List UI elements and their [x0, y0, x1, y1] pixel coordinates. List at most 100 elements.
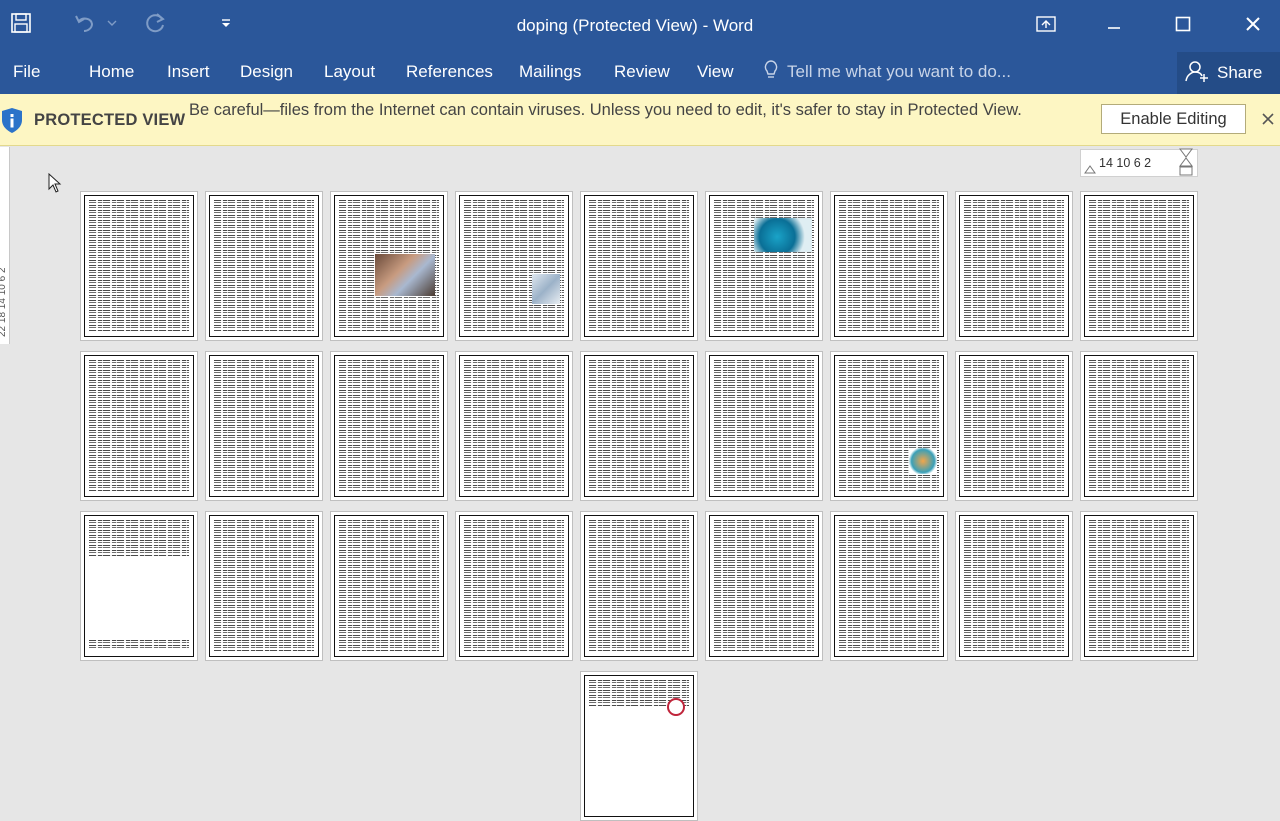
page-border: [959, 355, 1069, 497]
window-title: doping (Protected View) - Word: [516, 16, 754, 35]
tell-me-box[interactable]: Tell me what you want to do...: [763, 59, 1011, 84]
page-thumbnail[interactable]: [830, 191, 948, 341]
page-thumbnail[interactable]: [455, 191, 573, 341]
page-text-lines: [964, 360, 1064, 492]
page-border: [709, 195, 819, 337]
page-border: [209, 355, 319, 497]
page-border: [209, 195, 319, 337]
page-thumbnail[interactable]: [705, 511, 823, 661]
page-text-lines: [214, 520, 314, 652]
tab-design[interactable]: Design: [240, 60, 293, 84]
tab-home[interactable]: Home: [89, 60, 134, 84]
page-thumbnail[interactable]: [330, 191, 448, 341]
page-thumbnail[interactable]: [80, 351, 198, 501]
page-border: [459, 195, 569, 337]
indent-marker-icon[interactable]: [1084, 164, 1096, 174]
page-thumbnail[interactable]: [580, 351, 698, 501]
share-label: Share: [1217, 63, 1263, 82]
page-border: [459, 515, 569, 657]
page-border: [959, 515, 1069, 657]
page-text-lines: [839, 200, 939, 332]
page-thumbnail[interactable]: [205, 191, 323, 341]
page-text-lines: [89, 520, 189, 556]
tell-me-placeholder: Tell me what you want to do...: [787, 62, 1011, 81]
page-text-lines: [339, 520, 439, 652]
page-border: [584, 675, 694, 817]
page-text-lines: [714, 360, 814, 492]
page-text-lines: [89, 360, 189, 492]
page-thumbnail[interactable]: [455, 351, 573, 501]
protected-view-bar: PROTECTED VIEW Be careful—files from the…: [0, 94, 1280, 146]
page-thumbnail[interactable]: [955, 191, 1073, 341]
page-thumbnail[interactable]: [330, 511, 448, 661]
page-thumbnail[interactable]: [705, 351, 823, 501]
page-text-lines: [89, 200, 189, 332]
page-text-lines: [214, 200, 314, 332]
page-image: [909, 448, 937, 474]
page-border: [1084, 195, 1194, 337]
page-text-lines: [339, 360, 439, 492]
page-text-lines: [89, 640, 189, 650]
minimize-icon[interactable]: [1094, 8, 1134, 40]
ribbon-display-options-icon[interactable]: [1026, 8, 1066, 40]
enable-editing-button[interactable]: Enable Editing: [1101, 104, 1246, 134]
page-text-lines: [1089, 360, 1189, 492]
ribbon-tab-bar: File Home Insert Design Layout Reference…: [0, 52, 1280, 94]
page-border: [584, 515, 694, 657]
share-button[interactable]: Share: [1177, 52, 1280, 94]
page-thumbnail[interactable]: [80, 511, 198, 661]
page-text-lines: [464, 200, 564, 332]
page-text-lines: [839, 520, 939, 652]
page-border: [834, 355, 944, 497]
page-thumbnail[interactable]: [1080, 511, 1198, 661]
page-image: [532, 274, 560, 304]
page-border: [84, 515, 194, 657]
tab-insert[interactable]: Insert: [167, 60, 210, 84]
page-image: [754, 218, 812, 252]
page-border: [334, 355, 444, 497]
page-border: [1084, 355, 1194, 497]
protected-view-message: Be careful—files from the Internet can c…: [189, 101, 1022, 119]
title-bar: doping (Protected View) - Word: [0, 0, 1280, 52]
page-thumbnail[interactable]: [205, 511, 323, 661]
page-thumbnail[interactable]: [205, 351, 323, 501]
tab-layout[interactable]: Layout: [324, 60, 375, 84]
page-image: [375, 254, 435, 296]
maximize-icon[interactable]: [1163, 8, 1203, 40]
page-border: [959, 195, 1069, 337]
page-thumbnail[interactable]: [580, 511, 698, 661]
document-workspace[interactable]: 22 18 14 10 6 2 14 10 6 2: [0, 147, 1280, 821]
page-text-lines: [714, 520, 814, 652]
page-thumbnail[interactable]: [580, 671, 698, 821]
page-thumbnail[interactable]: [705, 191, 823, 341]
vertical-ruler-scale: 22 18 14 10 6 2: [0, 267, 8, 337]
page-thumbnail[interactable]: [830, 351, 948, 501]
page-thumbnail[interactable]: [830, 511, 948, 661]
tab-mailings[interactable]: Mailings: [519, 60, 581, 84]
page-image: [89, 576, 193, 632]
person-icon: [1185, 59, 1209, 88]
page-thumbnail[interactable]: [455, 511, 573, 661]
tab-review[interactable]: Review: [614, 60, 670, 84]
page-image: [667, 698, 685, 716]
page-thumbnail[interactable]: [1080, 191, 1198, 341]
page-text-lines: [464, 520, 564, 652]
page-thumbnail[interactable]: [1080, 351, 1198, 501]
close-bar-icon[interactable]: [1258, 108, 1278, 130]
tab-file[interactable]: File: [13, 60, 40, 84]
tab-view[interactable]: View: [697, 60, 734, 84]
right-indent-marker-icon[interactable]: [1179, 148, 1193, 178]
page-thumbnail[interactable]: [330, 351, 448, 501]
page-border: [209, 515, 319, 657]
page-thumbnail[interactable]: [580, 191, 698, 341]
page-text-lines: [1089, 520, 1189, 652]
page-border: [584, 195, 694, 337]
page-text-lines: [589, 360, 689, 492]
page-thumbnail[interactable]: [80, 191, 198, 341]
close-icon[interactable]: [1233, 8, 1273, 40]
page-text-lines: [589, 520, 689, 652]
page-thumbnail[interactable]: [955, 511, 1073, 661]
page-thumbnail[interactable]: [955, 351, 1073, 501]
tab-references[interactable]: References: [406, 60, 493, 84]
shield-icon: [0, 108, 24, 139]
